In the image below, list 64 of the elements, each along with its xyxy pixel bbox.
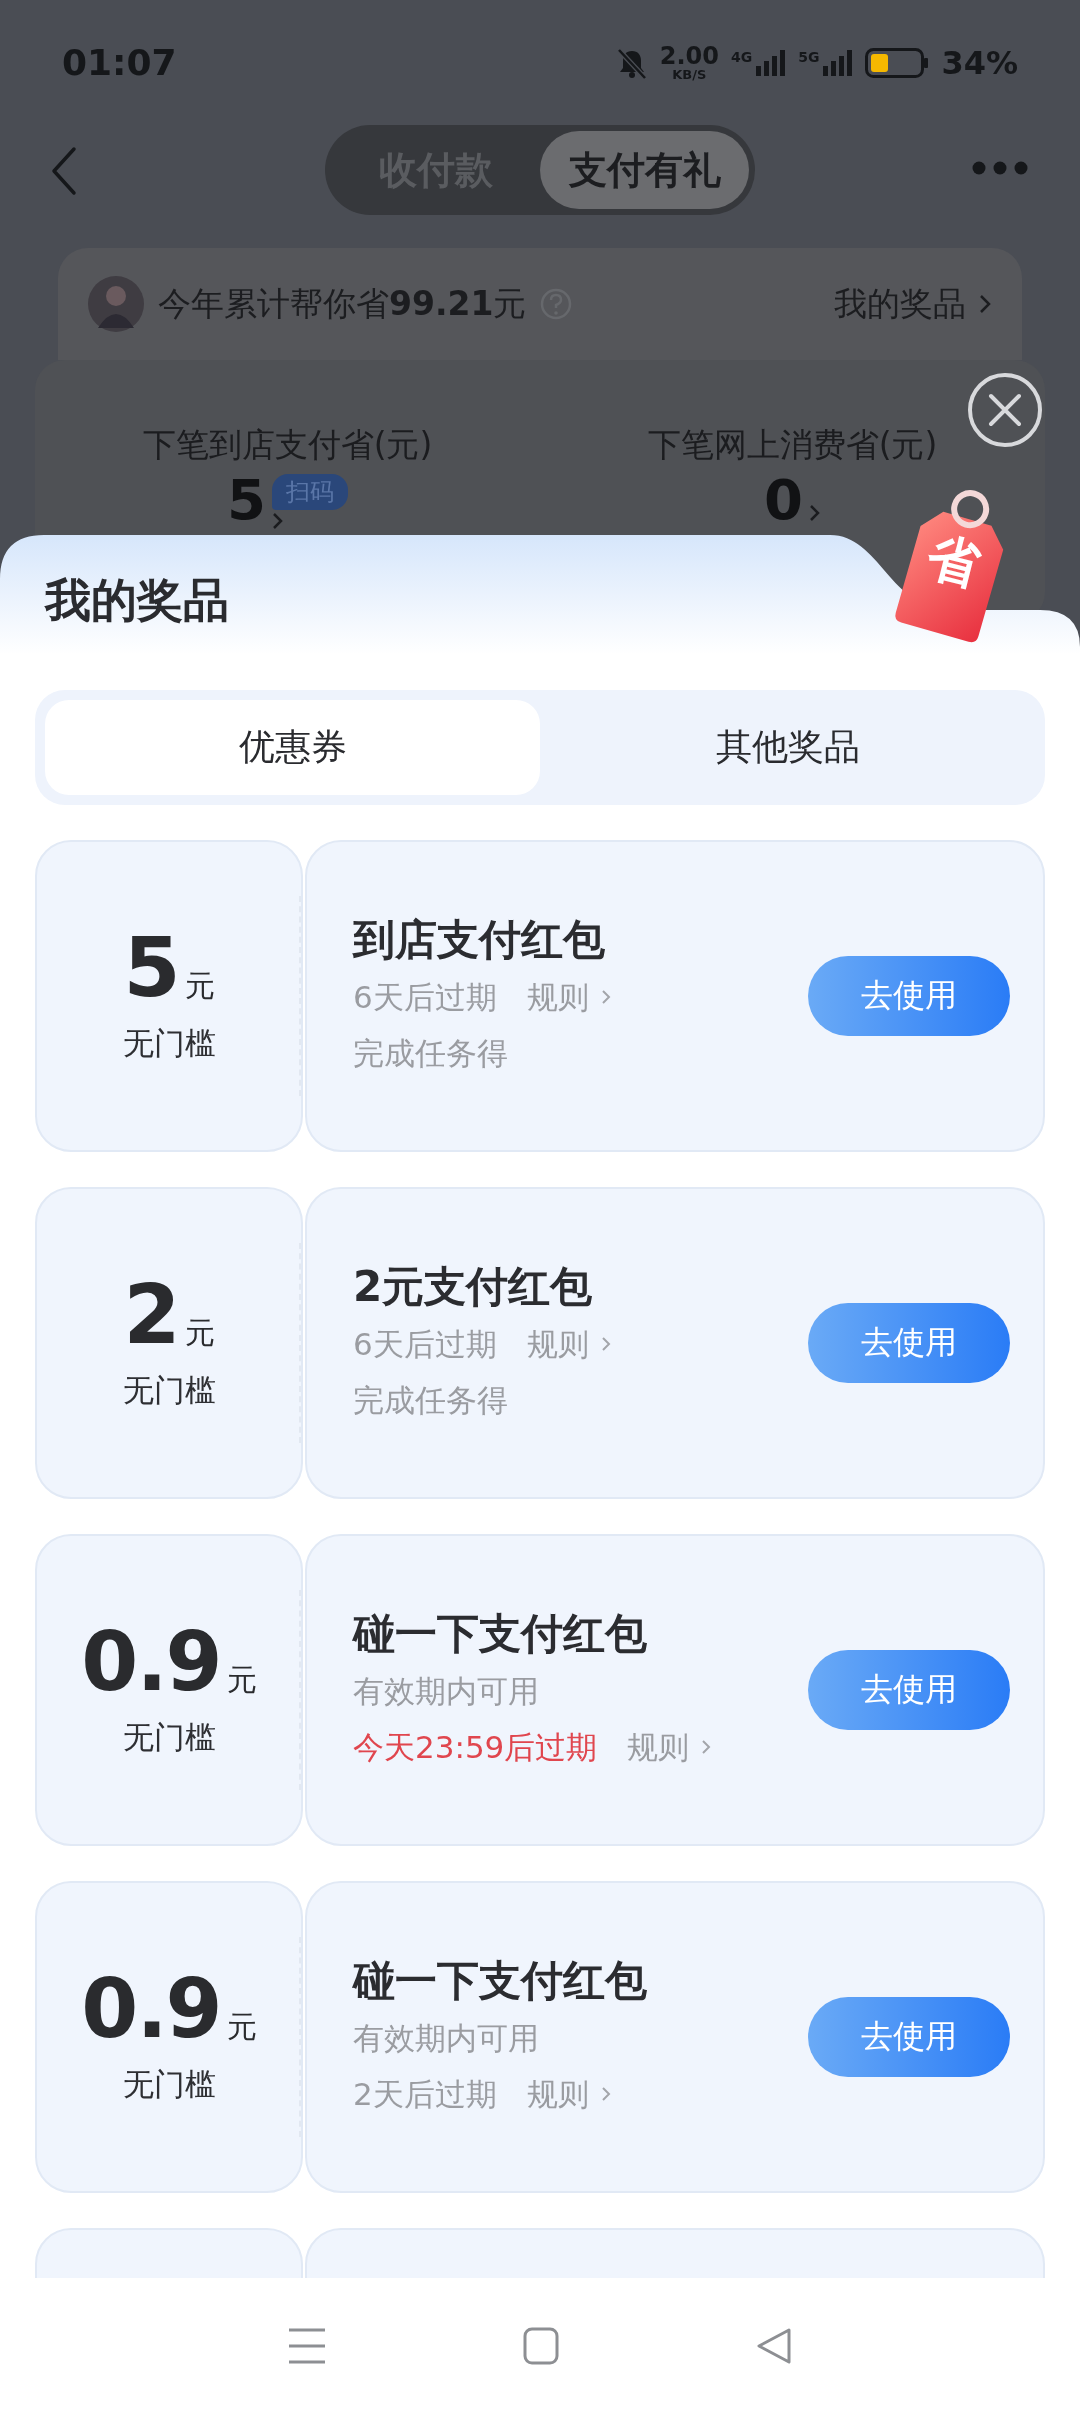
expiry-text: 今天23:59后过期 — [353, 1728, 598, 1767]
home-icon — [523, 2327, 559, 2365]
threshold-label: 无门槛 — [122, 1024, 216, 1063]
savings-amount: 5 — [227, 472, 266, 528]
rules-link[interactable]: 规则 — [526, 969, 611, 1025]
coupon-title: 到店支付红包 — [353, 914, 606, 966]
chevron-icon — [701, 1739, 712, 1755]
expiry-text: 2天后过期 — [353, 2075, 497, 2114]
signal-icon — [821, 49, 854, 76]
my-prizes-link[interactable]: 我的奖品 — [834, 281, 992, 327]
prize-tab[interactable]: 其他奖品 — [540, 700, 1035, 795]
currency-unit: 元 — [226, 2008, 257, 2046]
mute-bell-icon — [615, 46, 648, 79]
threshold-label: 无门槛 — [122, 2065, 216, 2104]
battery-percent: 34% — [941, 43, 1018, 82]
coupon-note: 有效期内可用 — [353, 2019, 539, 2058]
chevron-icon — [978, 293, 992, 315]
rules-link[interactable]: 规则 — [627, 1719, 712, 1775]
savings-amount: 0 — [764, 472, 803, 528]
menu-icon — [287, 2327, 327, 2365]
use-button[interactable]: 去使用 — [808, 956, 1010, 1036]
coupon-title: 2元支付红包 — [353, 1261, 594, 1313]
network-speed: 2.00 — [659, 44, 719, 68]
currency-unit: 元 — [184, 967, 215, 1005]
expiry-text: 6天后过期 — [353, 978, 497, 1017]
coupon-amount: 0.9 — [81, 1621, 221, 1703]
threshold-label: 无门槛 — [122, 1718, 216, 1757]
coupon-title: 碰一下支付红包 — [353, 1608, 648, 1660]
signal-icon — [754, 49, 787, 76]
currency-unit: 元 — [226, 1661, 257, 1699]
expiry-text: 6天后过期 — [353, 1325, 497, 1364]
coupon-title: 碰一下支付红包 — [353, 1955, 647, 2007]
chevron-icon — [600, 2086, 611, 2102]
chevron-icon — [809, 504, 821, 522]
network-type: 5G — [798, 49, 820, 64]
savings-summary: 今年累计帮你省99.21元 — [158, 282, 527, 325]
clock-time: 01:07 — [62, 42, 177, 83]
battery-icon — [865, 47, 930, 78]
coupon-note: 有效期内可用 — [353, 1672, 539, 1711]
use-button[interactable]: 去使用 — [808, 1997, 1010, 2077]
use-button[interactable]: 去使用 — [808, 1303, 1010, 1383]
chevron-icon — [600, 989, 611, 1005]
speed-unit: KB/S — [672, 68, 707, 81]
threshold-label: 无门槛 — [122, 1371, 216, 1410]
sheet-background[interactable] — [0, 535, 1080, 655]
currency-unit: 元 — [184, 1314, 215, 1352]
more-icon[interactable] — [972, 161, 1028, 175]
chevron-icon — [272, 512, 284, 530]
rules-link[interactable]: 规则 — [526, 1316, 611, 1372]
rules-link[interactable]: 规则 — [526, 2066, 611, 2122]
avatar-icon — [88, 276, 144, 332]
coupon-amount: 2 — [123, 1274, 179, 1356]
network-type: 4G — [730, 49, 753, 64]
prize-tab[interactable]: 优惠券 — [45, 700, 540, 795]
chevron-icon — [600, 1336, 611, 1352]
back-icon[interactable] — [755, 2327, 793, 2365]
coupon-amount: 0.9 — [81, 1968, 221, 2050]
coupon-note: 完成任务得 — [353, 1381, 508, 1420]
coupon-amount: 5 — [123, 927, 179, 1009]
use-button[interactable]: 去使用 — [808, 1650, 1010, 1730]
segment-tab[interactable]: 支付有礼 — [540, 131, 749, 209]
sheet-title: 我的奖品 — [45, 575, 230, 625]
coupon-note: 完成任务得 — [353, 1034, 508, 1073]
close-icon[interactable] — [967, 372, 1043, 448]
